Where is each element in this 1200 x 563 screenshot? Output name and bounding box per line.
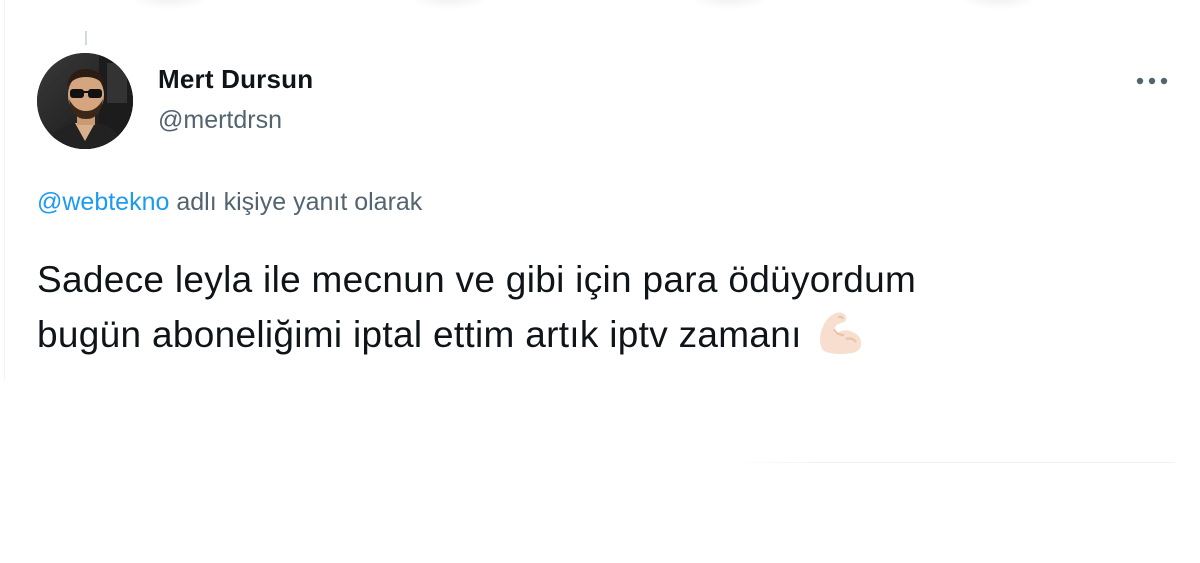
- author-handle[interactable]: @mertdrsn: [158, 106, 282, 135]
- tweet-text-line-2-content: bugün aboneliğimi iptal ettim artık iptv…: [37, 314, 802, 355]
- tweet-text-line-1: Sadece leyla ile mecnun ve gibi için par…: [37, 259, 917, 300]
- flexed-biceps-icon: [816, 309, 864, 370]
- avatar[interactable]: [37, 53, 133, 149]
- reply-context: @webtekno adlı kişiye yanıt olarak: [37, 188, 422, 217]
- reply-context-text: adlı kişiye yanıt olarak: [176, 188, 423, 216]
- author-display-name[interactable]: Mert Dursun: [158, 64, 313, 95]
- reply-mention-link[interactable]: @webtekno: [37, 188, 169, 216]
- more-options-button[interactable]: [1130, 64, 1174, 98]
- tweet-text: Sadece leyla ile mecnun ve gibi için par…: [37, 252, 1157, 370]
- tweet-text-line-2: bugün aboneliğimi iptal ettim artık iptv…: [37, 307, 1157, 370]
- thread-connector-line: [85, 31, 87, 45]
- more-horizontal-icon: [1136, 77, 1168, 85]
- divider: [735, 462, 1175, 463]
